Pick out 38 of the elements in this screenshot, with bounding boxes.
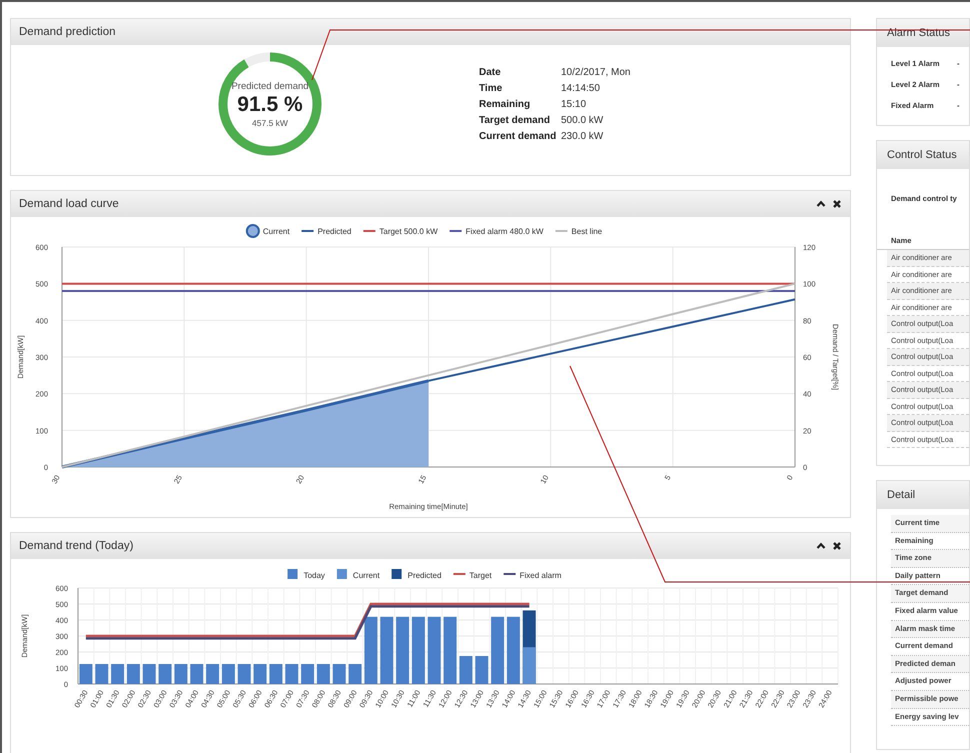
legend-label: Current	[352, 571, 380, 580]
legend-label: Today	[304, 571, 325, 580]
gauge-power: 457.5 kW	[252, 118, 288, 128]
legend-item: Target	[453, 571, 492, 580]
legend-item: Target 500.0 kW	[363, 227, 438, 236]
legend-label: Fixed alarm	[520, 571, 562, 580]
panel-title: Demand prediction	[19, 26, 116, 38]
legend-label: Predicted	[408, 571, 442, 580]
info-label: Current demand	[479, 130, 558, 142]
info-value: 14:14:50	[561, 82, 601, 94]
info-label: Time	[479, 82, 504, 94]
legend-label: Fixed alarm 480.0 kW	[466, 227, 544, 236]
panel-title: Detail	[887, 489, 916, 501]
panel-title: Control Status	[887, 149, 957, 161]
legend-item: Today	[288, 569, 325, 580]
legend-label: Current	[262, 227, 290, 236]
gauge-label: Predicted demand	[231, 80, 309, 92]
legend-item: Current	[336, 569, 380, 580]
legend-item: Predicted	[302, 227, 352, 236]
info-value: 15:10	[561, 98, 588, 110]
legend-item: Current	[246, 224, 290, 238]
legend-item: Predicted	[392, 569, 442, 580]
legend-label: Target 500.0 kW	[379, 227, 438, 236]
info-value: 500.0 kW	[561, 114, 604, 126]
legend-label: Predicted	[318, 227, 352, 236]
info-value: 230.0 kW	[561, 130, 604, 142]
legend-label: Best line	[571, 227, 603, 236]
info-value: 10/2/2017, Mon	[561, 66, 630, 78]
legend-item: Best line	[555, 227, 602, 236]
legend-label: Target	[469, 571, 492, 580]
info-label: Date	[479, 66, 502, 78]
panel-title: Demand trend (Today)	[19, 540, 134, 552]
legend-item: Fixed alarm 480.0 kW	[450, 227, 544, 236]
info-label: Target demand	[479, 114, 551, 126]
panel-title: Demand load curve	[19, 198, 119, 210]
info-label: Remaining	[479, 98, 532, 110]
legend-item: Fixed alarm	[504, 571, 562, 580]
gauge-value: 91.5 %	[237, 92, 303, 116]
